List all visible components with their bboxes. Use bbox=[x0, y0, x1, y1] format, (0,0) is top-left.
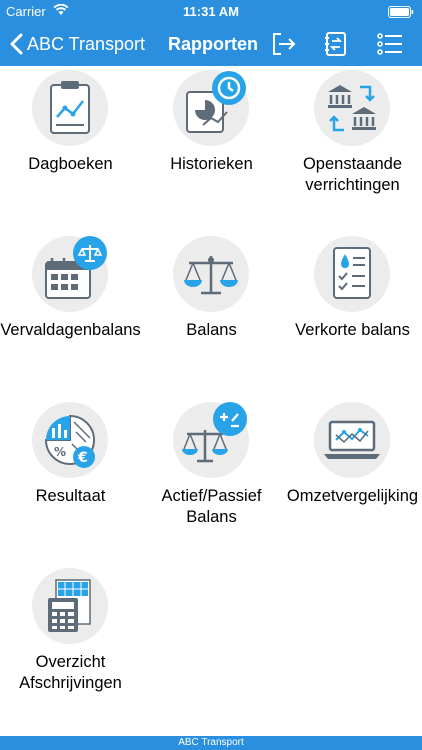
battery-icon bbox=[388, 6, 414, 18]
calculator-icon bbox=[32, 568, 108, 644]
chevron-left-icon bbox=[10, 33, 23, 55]
plus-minus-scale-icon bbox=[173, 402, 249, 478]
page-title: Rapporten bbox=[168, 34, 258, 54]
back-button[interactable]: ABC Transport bbox=[10, 22, 145, 66]
scale-icon bbox=[173, 236, 249, 312]
calendar-scale-icon bbox=[32, 236, 108, 312]
report-label: Historieken bbox=[170, 155, 253, 173]
logout-icon[interactable] bbox=[269, 30, 297, 58]
menu-list-icon[interactable] bbox=[376, 30, 404, 58]
report-label: Resultaat bbox=[35, 487, 106, 505]
history-icon bbox=[173, 70, 249, 146]
svg-text:%: % bbox=[54, 445, 66, 459]
status-bar: Carrier 11:31 AM bbox=[0, 0, 422, 22]
ledger-switch-icon[interactable] bbox=[322, 30, 350, 58]
back-button-label: ABC Transport bbox=[27, 33, 146, 54]
result-euro-icon: % € bbox=[32, 402, 108, 478]
report-label: Verkorte balans bbox=[295, 321, 410, 339]
footer-bar: ABC Transport bbox=[0, 736, 422, 750]
laptop-chart-icon bbox=[314, 402, 390, 478]
report-label: Balans bbox=[186, 321, 237, 339]
status-time: 11:31 AM bbox=[183, 4, 239, 19]
report-label: Actief/Passief Balans bbox=[161, 487, 262, 526]
bank-transfer-icon bbox=[314, 70, 390, 146]
report-label: Dagboeken bbox=[28, 155, 113, 173]
journal-clipboard-icon bbox=[32, 70, 108, 146]
svg-text:€: € bbox=[77, 450, 88, 466]
report-label: Openstaande verrichtingen bbox=[302, 155, 403, 194]
report-label: Omzetvergelijking bbox=[286, 487, 419, 505]
report-label: Overzicht Afschrijvingen bbox=[19, 653, 122, 692]
top-bar: Carrier 11:31 AM ABC Transport Rapporten bbox=[0, 0, 422, 66]
report-label: Vervaldagenbalans bbox=[0, 321, 141, 339]
checklist-icon bbox=[314, 236, 390, 312]
navigation-bar: ABC Transport Rapporten bbox=[0, 22, 422, 66]
